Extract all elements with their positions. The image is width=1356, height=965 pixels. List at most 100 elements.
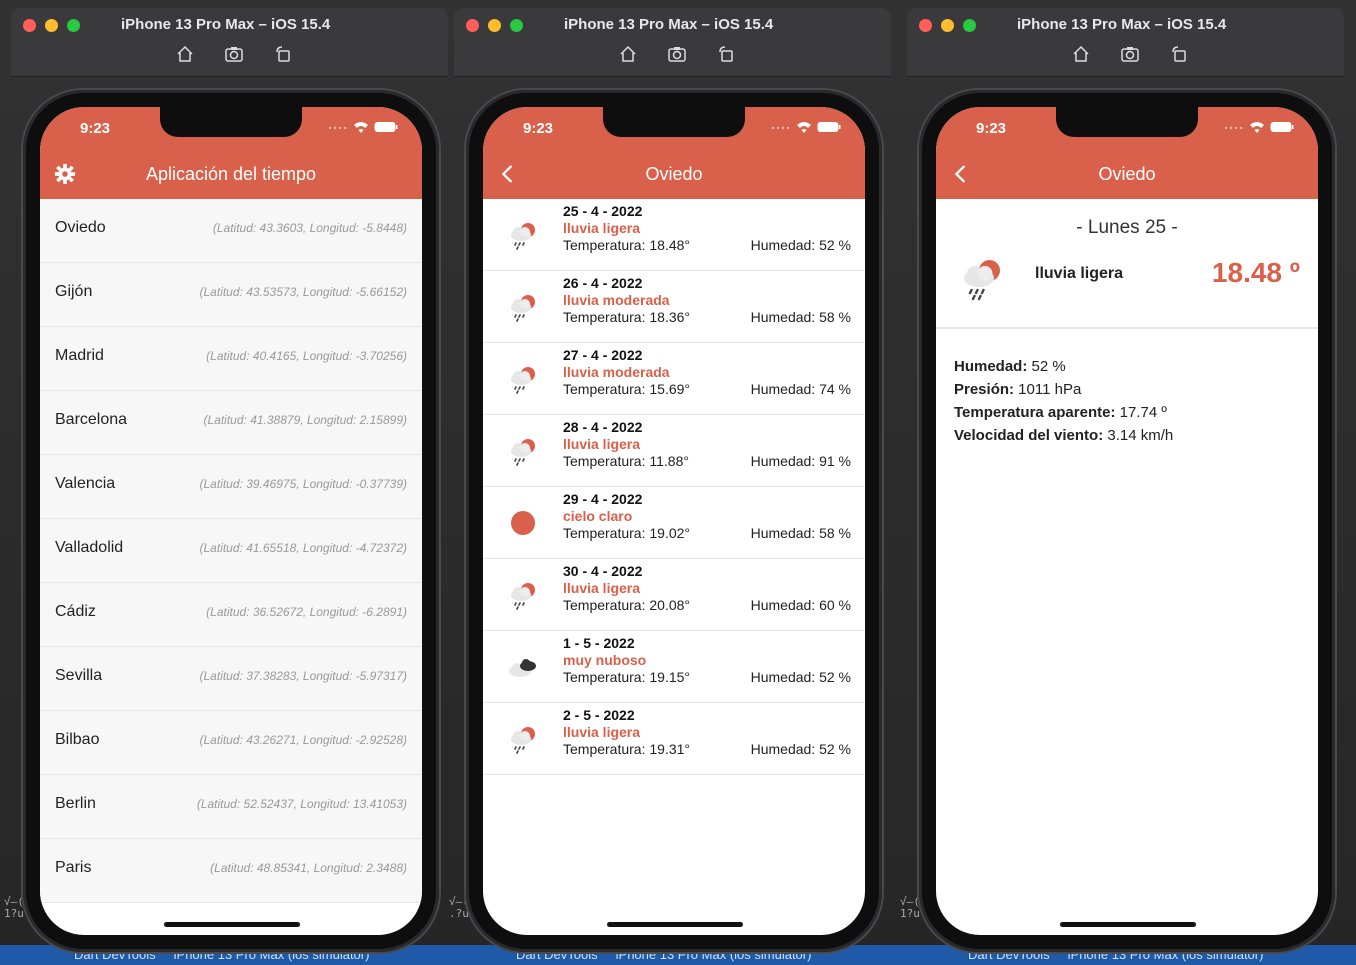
home-indicator[interactable] <box>164 922 300 927</box>
city-coordinates: (Latitud: 48.85341, Longitud: 2.3488) <box>210 861 407 875</box>
forecast-list-item[interactable]: 2 - 5 - 2022 lluvia ligera Temperatura: … <box>483 703 865 775</box>
forecast-temperature: Temperatura: 11.88° <box>563 453 689 469</box>
city-list-item[interactable]: Berlin (Latitud: 52.52437, Longitud: 13.… <box>40 775 422 839</box>
city-name: Madrid <box>55 347 104 364</box>
home-indicator[interactable] <box>1060 922 1196 927</box>
forecast-list-item[interactable]: 1 - 5 - 2022 muy nuboso Temperatura: 19.… <box>483 631 865 703</box>
simulator-window-1: iPhone 13 Pro Max – iOS 15.4 <box>11 8 448 77</box>
home-icon[interactable] <box>176 45 194 63</box>
forecast-list-item[interactable]: 29 - 4 - 2022 cielo claro Temperatura: 1… <box>483 487 865 559</box>
forecast-temperature: Temperatura: 20.08° <box>563 597 691 613</box>
close-button[interactable] <box>466 19 479 32</box>
forecast-humidity: Humedad: 58 % <box>750 309 851 325</box>
system-status-icons <box>771 121 841 133</box>
forecast-list-item[interactable]: 26 - 4 - 2022 lluvia moderada Temperatur… <box>483 271 865 343</box>
close-button[interactable] <box>919 19 932 32</box>
rotate-icon[interactable] <box>274 45 292 63</box>
zoom-button[interactable] <box>510 19 523 32</box>
city-name: Barcelona <box>55 411 128 428</box>
city-list-item[interactable]: Madrid (Latitud: 40.4165, Longitud: -3.7… <box>40 327 422 391</box>
home-icon[interactable] <box>1072 45 1090 63</box>
forecast-temperature: Temperatura: 19.31° <box>563 741 691 757</box>
screenshot-icon[interactable] <box>1120 45 1140 63</box>
rotate-icon[interactable] <box>1170 45 1188 63</box>
zoom-button[interactable] <box>963 19 976 32</box>
city-name: Gijón <box>55 283 93 300</box>
weather-description: lluvia ligera <box>1035 265 1124 282</box>
forecast-list-item[interactable]: 27 - 4 - 2022 lluvia moderada Temperatur… <box>483 343 865 415</box>
city-list-item[interactable]: Valladolid (Latitud: 41.65518, Longitud:… <box>40 519 422 583</box>
app-bar: 9:23 Oviedo <box>936 107 1318 199</box>
notch <box>603 107 745 137</box>
battery-icon <box>1270 122 1294 132</box>
window-title: iPhone 13 Pro Max – iOS 15.4 <box>121 16 331 33</box>
notch <box>1056 107 1198 137</box>
forecast-list-item[interactable]: 28 - 4 - 2022 lluvia ligera Temperatura:… <box>483 415 865 487</box>
rain-cloud-icon <box>511 727 535 754</box>
city-name: Paris <box>55 859 92 876</box>
rain-cloud-icon <box>964 260 1000 301</box>
city-list-item[interactable]: Cádiz (Latitud: 36.52672, Longitud: -6.2… <box>40 583 422 647</box>
city-list-item[interactable]: Paris (Latitud: 48.85341, Longitud: 2.34… <box>40 839 422 903</box>
forecast-date: 26 - 4 - 2022 <box>563 275 643 291</box>
city-name: Cádiz <box>55 603 96 620</box>
screenshot-icon[interactable] <box>667 45 687 63</box>
city-list-item[interactable]: Sevilla (Latitud: 37.38283, Longitud: -5… <box>40 647 422 711</box>
property-value: 1011 hPa <box>1014 381 1082 398</box>
forecast-description: lluvia ligera <box>563 580 641 596</box>
status-time: 9:23 <box>80 120 111 137</box>
screen-detail: 9:23 Oviedo - Lunes 25 - lluvia ligera 1… <box>936 107 1318 935</box>
forecast-date: 1 - 5 - 2022 <box>563 635 635 651</box>
screenshot-icon[interactable] <box>224 45 244 63</box>
simulator-window-2: iPhone 13 Pro Max – iOS 15.4 <box>454 8 891 77</box>
app-bar: 9:23 Oviedo <box>483 107 865 199</box>
city-list-item[interactable]: Barcelona (Latitud: 41.38879, Longitud: … <box>40 391 422 455</box>
forecast-description: lluvia ligera <box>563 724 641 740</box>
city-coordinates: (Latitud: 41.65518, Longitud: -4.72372) <box>199 541 408 555</box>
city-coordinates: (Latitud: 52.52437, Longitud: 13.41053) <box>196 797 407 811</box>
home-icon[interactable] <box>619 45 637 63</box>
property-value: 52 % <box>1027 358 1066 375</box>
forecast-description: lluvia moderada <box>563 292 670 308</box>
rain-cloud-icon <box>511 367 535 394</box>
city-list-item[interactable]: Oviedo (Latitud: 43.3603, Longitud: -5.8… <box>40 199 422 263</box>
rain-cloud-icon <box>511 223 535 250</box>
temperature-value: 18.48 º <box>1211 257 1300 288</box>
weather-property: Velocidad del viento: 3.14 km/h <box>954 424 1173 447</box>
forecast-date: 28 - 4 - 2022 <box>563 419 643 435</box>
forecast-humidity: Humedad: 74 % <box>750 381 851 397</box>
city-name: Berlin <box>55 795 96 812</box>
home-indicator[interactable] <box>607 922 743 927</box>
property-value: 17.74 º <box>1115 404 1167 421</box>
city-coordinates: (Latitud: 36.52672, Longitud: -6.2891) <box>206 605 407 619</box>
city-coordinates: (Latitud: 43.53573, Longitud: -5.66152) <box>199 285 408 299</box>
forecast-list-item[interactable]: 25 - 4 - 2022 lluvia ligera Temperatura:… <box>483 199 865 271</box>
screen-forecast: 9:23 Oviedo 25 - 4 - 2022 lluvia ligera … <box>483 107 865 935</box>
minimize-button[interactable] <box>45 19 58 32</box>
minimize-button[interactable] <box>488 19 501 32</box>
close-button[interactable] <box>23 19 36 32</box>
zoom-button[interactable] <box>67 19 80 32</box>
property-label: Temperatura aparente: <box>954 404 1116 421</box>
forecast-humidity: Humedad: 58 % <box>750 525 851 541</box>
forecast-date: 29 - 4 - 2022 <box>563 491 643 507</box>
wifi-icon <box>354 122 368 133</box>
city-name: Valencia <box>55 475 116 492</box>
battery-icon <box>817 122 841 132</box>
city-coordinates: (Latitud: 39.46975, Longitud: -0.37739) <box>199 477 408 491</box>
rain-cloud-icon <box>511 583 535 610</box>
minimize-button[interactable] <box>941 19 954 32</box>
divider <box>936 327 1318 329</box>
page-title: Aplicación del tiempo <box>145 164 317 184</box>
rotate-icon[interactable] <box>717 45 735 63</box>
forecast-list-item[interactable]: 30 - 4 - 2022 lluvia ligera Temperatura:… <box>483 559 865 631</box>
city-list-item[interactable]: Bilbao (Latitud: 43.26271, Longitud: -2.… <box>40 711 422 775</box>
city-list-item[interactable]: Gijón (Latitud: 43.53573, Longitud: -5.6… <box>40 263 422 327</box>
property-label: Humedad: <box>954 358 1028 375</box>
city-list-item[interactable]: Valencia (Latitud: 39.46975, Longitud: -… <box>40 455 422 519</box>
weather-property: Humedad: 52 % <box>954 355 1173 378</box>
phone-frame-2: 9:23 Oviedo 25 - 4 - 2022 lluvia ligera … <box>466 90 882 952</box>
window-title: iPhone 13 Pro Max – iOS 15.4 <box>1017 16 1227 33</box>
status-time: 9:23 <box>976 120 1007 137</box>
system-status-icons <box>328 121 398 133</box>
